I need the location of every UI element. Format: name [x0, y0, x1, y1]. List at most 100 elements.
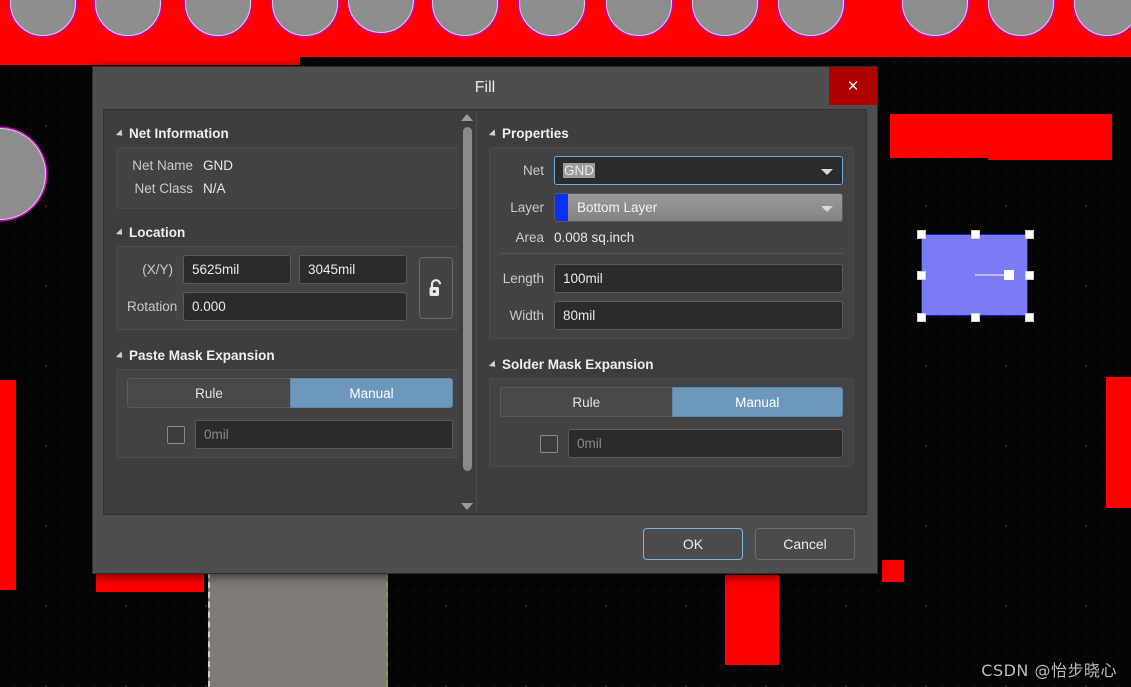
solder-mask-manual-button[interactable]: Manual — [671, 387, 843, 417]
copper-bar-left — [0, 380, 16, 590]
dialog-footer: OK Cancel — [93, 515, 877, 573]
solder-mask-checkbox[interactable] — [540, 434, 558, 453]
net-name-label: Net Name — [132, 158, 193, 173]
net-name-value: GND — [203, 158, 233, 173]
layer-dropdown[interactable]: Bottom Layer — [554, 193, 843, 222]
solder-mask-mode-segmented: Rule Manual — [500, 387, 843, 417]
collapse-triangle-icon[interactable] — [115, 128, 126, 139]
resize-handle-ne[interactable] — [1025, 230, 1034, 239]
unlocked-padlock-icon[interactable] — [419, 257, 453, 319]
width-row: Width 80mil — [500, 301, 843, 330]
solder-mask-value-row: 0mil — [500, 429, 843, 458]
rotation-input[interactable]: 0.000 — [183, 292, 407, 321]
layer-dropdown-value: Bottom Layer — [577, 200, 658, 215]
copper-block-bottom-mid — [725, 575, 779, 665]
length-input[interactable]: 100mil — [554, 264, 843, 293]
properties-divider — [500, 253, 843, 254]
resize-handle-se[interactable] — [1025, 313, 1034, 322]
resize-handle-w[interactable] — [917, 271, 926, 280]
copper-track-right-upper — [890, 114, 990, 158]
net-name-row: Net Name GND — [127, 158, 453, 173]
chevron-down-icon[interactable] — [821, 168, 833, 175]
collapse-triangle-icon[interactable] — [488, 128, 499, 139]
net-class-value: N/A — [203, 181, 226, 196]
resize-handle-nw[interactable] — [917, 230, 926, 239]
width-label: Width — [509, 308, 544, 323]
paste-mask-value-row: 0mil — [127, 420, 453, 449]
section-header-solder-mask-expansion[interactable]: Solder Mask Expansion — [488, 351, 854, 378]
area-value: 0.008 sq.inch — [554, 230, 635, 245]
paste-mask-manual-button[interactable]: Manual — [290, 378, 453, 408]
section-header-net-information[interactable]: Net Information — [115, 120, 464, 147]
dialog-title: Fill — [474, 79, 496, 96]
section-title: Solder Mask Expansion — [502, 357, 654, 372]
xy-row: (X/Y) 5625mil 3045mil — [127, 255, 411, 284]
dialog-body: Net Information Net Name GND Net Class N… — [103, 109, 867, 515]
rotation-row: Rotation 0.000 — [127, 292, 411, 321]
section-title: Net Information — [129, 126, 229, 141]
collapse-triangle-icon[interactable] — [115, 227, 126, 238]
x-coordinate-input[interactable]: 5625mil — [183, 255, 291, 284]
resize-handle-sw[interactable] — [917, 313, 926, 322]
net-information-group: Net Name GND Net Class N/A — [116, 147, 464, 209]
resize-handle-n[interactable] — [971, 230, 980, 239]
layer-label: Layer — [510, 200, 544, 215]
solder-mask-rule-button[interactable]: Rule — [500, 387, 672, 417]
solder-mask-value-input[interactable]: 0mil — [568, 429, 843, 458]
area-label: Area — [515, 230, 544, 245]
location-group: (X/Y) 5625mil 3045mil Rotation 0.000 — [116, 246, 464, 330]
selected-fill-object[interactable] — [917, 230, 1034, 322]
net-row: Net GND — [500, 156, 843, 185]
left-panel-scrollbar[interactable] — [458, 110, 476, 514]
collapse-triangle-icon[interactable] — [115, 350, 126, 361]
chevron-down-icon[interactable] — [821, 205, 833, 212]
rotation-arm — [974, 274, 1005, 276]
paste-mask-rule-button[interactable]: Rule — [127, 378, 290, 408]
paste-mask-checkbox[interactable] — [167, 425, 185, 444]
y-coordinate-input[interactable]: 3045mil — [299, 255, 407, 284]
rotation-handle[interactable] — [1003, 270, 1014, 280]
keepout-region-bottom[interactable] — [208, 572, 388, 687]
collapse-triangle-icon[interactable] — [488, 359, 499, 370]
properties-group: Net GND Layer Bottom Layer Area 0.008 sq… — [489, 147, 854, 339]
paste-mask-expansion-group: Rule Manual 0mil — [116, 369, 464, 458]
scrollbar-thumb[interactable] — [462, 127, 472, 472]
section-header-location[interactable]: Location — [115, 219, 464, 246]
width-input[interactable]: 80mil — [554, 301, 843, 330]
copper-sliver-right — [882, 560, 904, 582]
section-title: Paste Mask Expansion — [129, 348, 275, 363]
copper-block-right-lower — [1106, 377, 1131, 508]
left-panel: Net Information Net Name GND Net Class N… — [104, 110, 476, 514]
close-icon[interactable]: × — [829, 67, 877, 105]
scroll-up-arrow-icon[interactable] — [461, 114, 473, 121]
paste-mask-value-input[interactable]: 0mil — [195, 420, 453, 449]
paste-mask-mode-segmented: Rule Manual — [127, 378, 453, 408]
copper-track-right-upper2 — [988, 114, 1112, 160]
net-dropdown-value: GND — [563, 163, 595, 178]
cancel-button[interactable]: Cancel — [755, 528, 855, 560]
solder-mask-expansion-group: Rule Manual 0mil — [489, 378, 854, 467]
section-title: Location — [129, 225, 186, 240]
net-class-row: Net Class N/A — [127, 181, 453, 196]
ok-button[interactable]: OK — [643, 528, 743, 560]
resize-handle-s[interactable] — [971, 313, 980, 322]
resize-handle-e[interactable] — [1025, 271, 1034, 280]
xy-label: (X/Y) — [142, 262, 173, 277]
section-header-properties[interactable]: Properties — [488, 120, 854, 147]
net-class-label: Net Class — [134, 181, 193, 196]
net-dropdown[interactable]: GND — [554, 156, 843, 185]
layer-color-chip — [555, 194, 568, 221]
dialog-title-bar[interactable]: Fill × — [93, 67, 877, 109]
area-row: Area 0.008 sq.inch — [500, 230, 843, 245]
fill-dialog: Fill × Net Information Net Name GND Net … — [92, 66, 878, 574]
layer-row: Layer Bottom Layer — [500, 193, 843, 222]
right-panel: Properties Net GND Layer Bottom Layer Ar… — [476, 110, 866, 514]
net-label: Net — [522, 163, 544, 178]
section-header-paste-mask-expansion[interactable]: Paste Mask Expansion — [115, 342, 464, 369]
section-title: Properties — [502, 126, 569, 141]
scroll-down-arrow-icon[interactable] — [461, 503, 473, 510]
scrollbar-track[interactable] — [462, 125, 472, 499]
pad-large-left[interactable] — [0, 128, 46, 220]
watermark: CSDN @怡步晓心 — [981, 661, 1117, 680]
length-label: Length — [502, 271, 544, 286]
